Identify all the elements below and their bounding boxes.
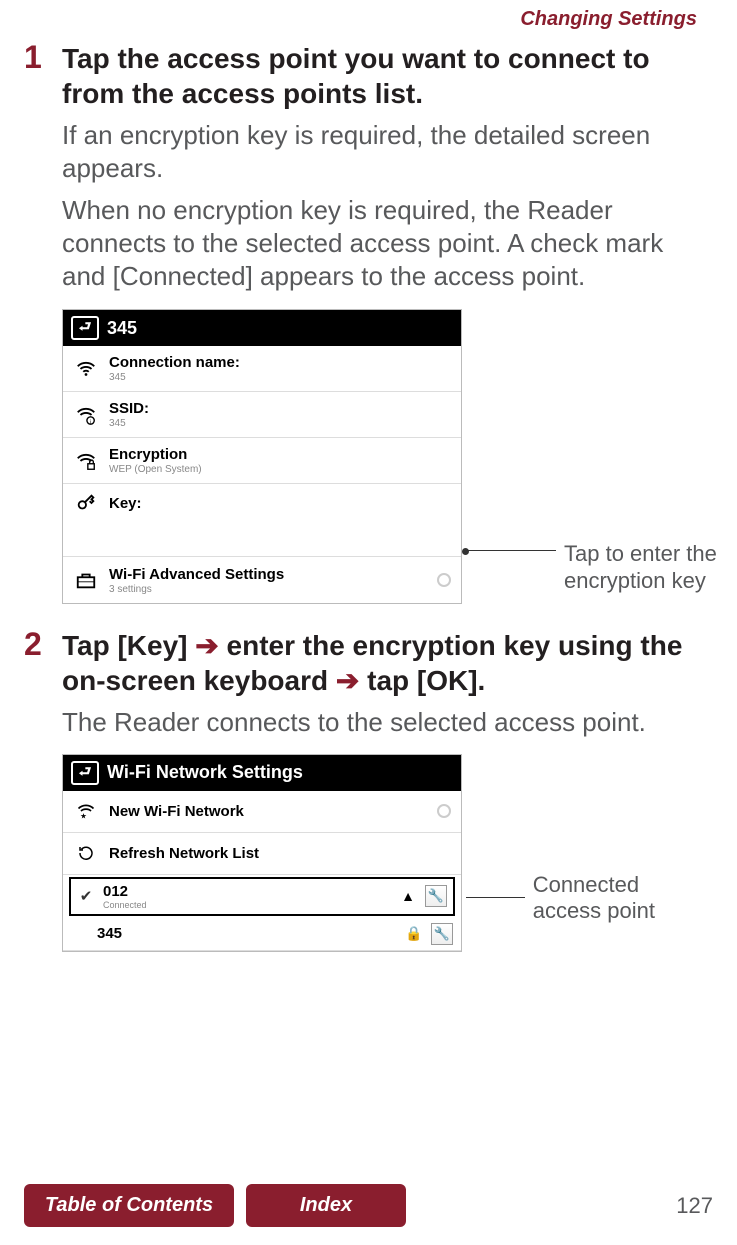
screenshot-2-titlebar: ⮐ Wi-Fi Network Settings xyxy=(63,755,461,791)
row-encryption: Encryption WEP (Open System) xyxy=(63,438,461,484)
encryption-label: Encryption xyxy=(109,446,451,463)
callout-connected-ap: Connected access point xyxy=(466,872,705,924)
screenshot-title: 345 xyxy=(107,318,137,339)
step-2-para: The Reader connects to the selected acce… xyxy=(62,706,705,739)
toolbox-icon xyxy=(73,567,99,593)
new-wifi-label: New Wi-Fi Network xyxy=(109,803,427,820)
callout-connected-ap-text: Connected access point xyxy=(533,872,705,924)
toc-button[interactable]: Table of Contents xyxy=(24,1184,234,1227)
step-2: 2 Tap [Key] ➔ enter the encryption key u… xyxy=(62,628,705,951)
ssid-label: SSID: xyxy=(109,400,451,417)
arrow-icon: ➔ xyxy=(336,665,359,696)
callout-encryption-key: Tap to enter the encryption key xyxy=(466,541,737,594)
settings-wrench-icon: 🔧 xyxy=(425,885,447,907)
row-ap-connected: ✔ 012 Connected ▲ 🔧 xyxy=(69,877,455,916)
refresh-icon xyxy=(73,840,99,866)
signal-icon: ▲ xyxy=(399,888,417,904)
row-ap-other: 345 🔒 🔧 xyxy=(63,918,461,951)
step-1-title: Tap the access point you want to connect… xyxy=(62,41,705,111)
figure-1: ⮐ 345 Connection name: 345 i xyxy=(62,309,705,604)
screenshot-wifi-settings: ⮐ Wi-Fi Network Settings ★ New Wi-Fi Net… xyxy=(62,754,462,952)
callout-encryption-key-text: Tap to enter the encryption key xyxy=(564,541,737,594)
key-label: Key: xyxy=(109,495,451,512)
back-icon: ⮐ xyxy=(71,761,99,785)
encryption-value: WEP (Open System) xyxy=(109,464,451,475)
ap1-name: 012 xyxy=(103,883,391,900)
key-icon xyxy=(73,490,99,516)
arrow-icon: ➔ xyxy=(195,630,218,661)
step-2-number: 2 xyxy=(24,626,42,663)
chevron-circle-icon xyxy=(437,804,451,818)
step-2-title-part-1: Tap [Key] xyxy=(62,630,195,661)
row-refresh: Refresh Network List xyxy=(63,833,461,875)
refresh-label: Refresh Network List xyxy=(109,845,451,862)
ap2-name: 345 xyxy=(97,925,397,942)
ap1-status: Connected xyxy=(103,900,391,910)
index-button[interactable]: Index xyxy=(246,1184,406,1227)
footer: Table of Contents Index 127 xyxy=(0,1184,737,1227)
chevron-circle-icon xyxy=(437,573,451,587)
step-2-title: Tap [Key] ➔ enter the encryption key usi… xyxy=(62,628,705,698)
connection-name-value: 345 xyxy=(109,372,451,383)
row-connection-name: Connection name: 345 xyxy=(63,346,461,392)
screenshot-access-point-detail: ⮐ 345 Connection name: 345 i xyxy=(62,309,462,604)
advanced-label: Wi-Fi Advanced Settings xyxy=(109,566,427,583)
section-header: Changing Settings xyxy=(0,0,737,35)
wifi-icon xyxy=(73,356,99,382)
step-1-para-2: When no encryption key is required, the … xyxy=(62,194,705,294)
connection-name-label: Connection name: xyxy=(109,354,451,371)
check-icon: ✔ xyxy=(77,887,95,905)
page-number: 127 xyxy=(676,1193,713,1219)
step-1-number: 1 xyxy=(24,39,42,76)
settings-wrench-icon: 🔧 xyxy=(431,923,453,945)
row-new-wifi: ★ New Wi-Fi Network xyxy=(63,791,461,833)
svg-text:★: ★ xyxy=(80,812,87,821)
signal-lock-icon: 🔒 xyxy=(405,925,423,942)
wifi-new-icon: ★ xyxy=(73,798,99,824)
svg-text:i: i xyxy=(90,419,91,425)
step-2-title-part-3: tap [OK]. xyxy=(359,665,485,696)
ssid-value: 345 xyxy=(109,418,451,429)
back-icon: ⮐ xyxy=(71,316,99,340)
row-advanced-settings: Wi-Fi Advanced Settings 3 settings xyxy=(63,557,461,603)
row-key: Key: xyxy=(63,484,461,557)
screenshot-titlebar: ⮐ 345 xyxy=(63,310,461,346)
screenshot-2-title: Wi-Fi Network Settings xyxy=(107,762,303,783)
wifi-info-icon: i xyxy=(73,402,99,428)
advanced-sub: 3 settings xyxy=(109,584,427,595)
row-ssid: i SSID: 345 xyxy=(63,392,461,438)
step-1-para-1: If an encryption key is required, the de… xyxy=(62,119,705,186)
step-1: 1 Tap the access point you want to conne… xyxy=(62,41,705,604)
wifi-lock-icon xyxy=(73,448,99,474)
figure-2: ⮐ Wi-Fi Network Settings ★ New Wi-Fi Net… xyxy=(62,754,705,952)
